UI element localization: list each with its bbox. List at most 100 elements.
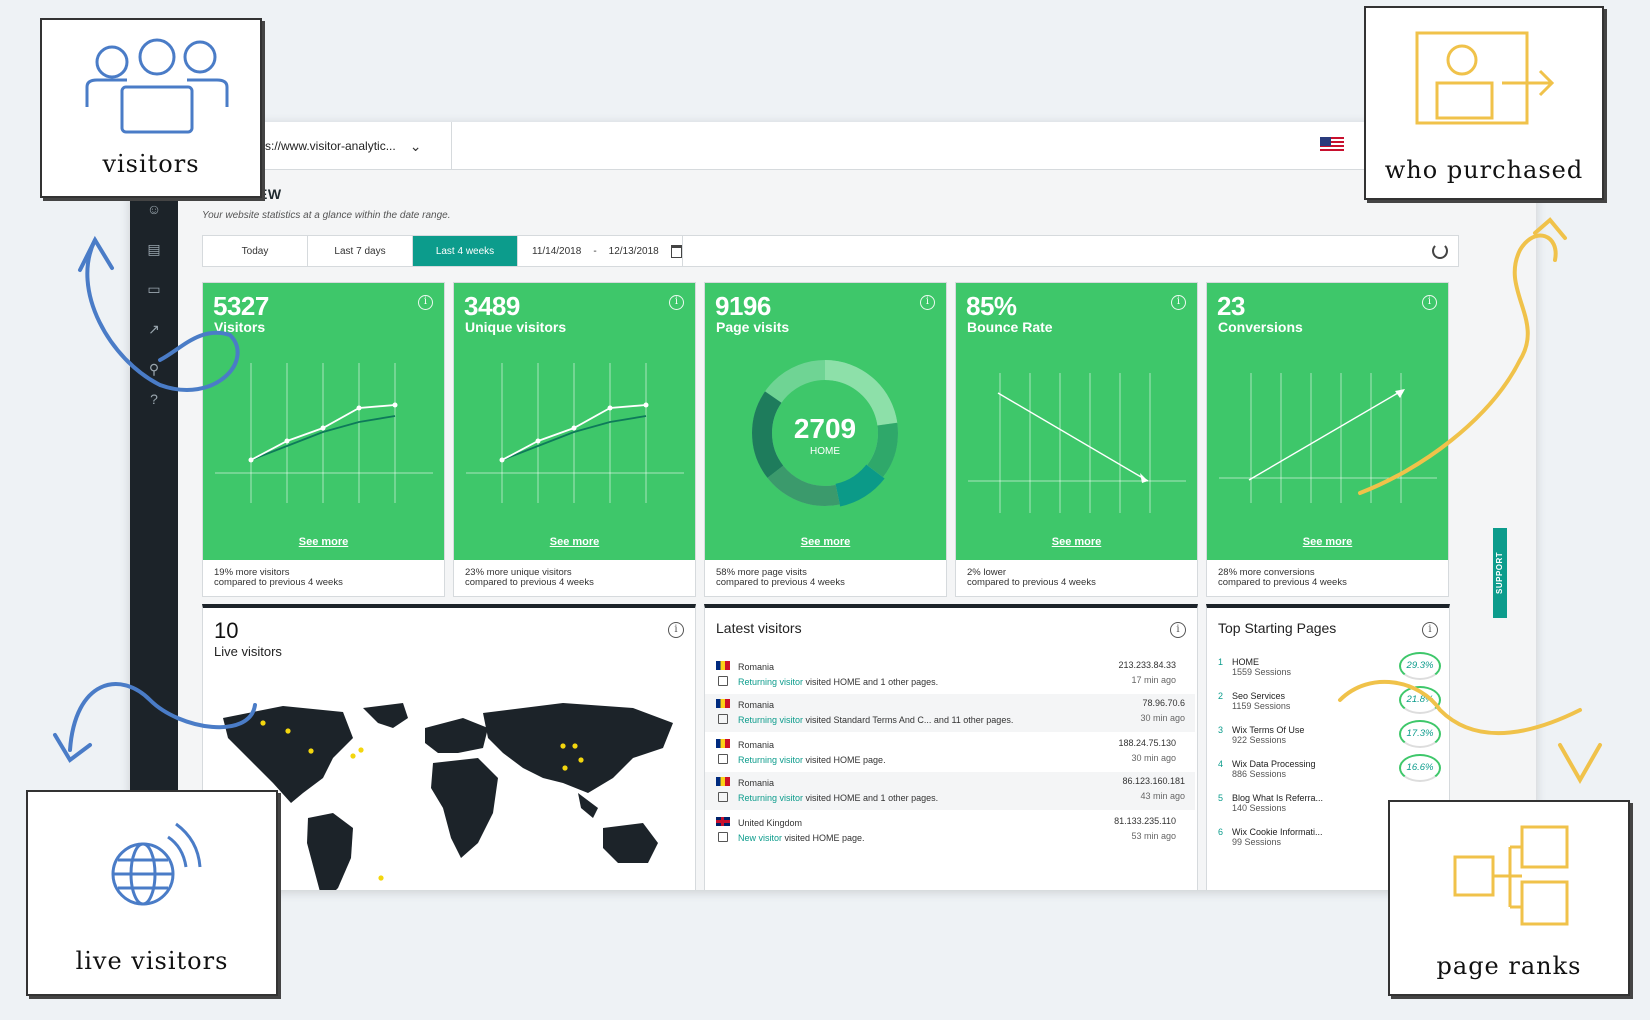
callout-label: who purchased	[1384, 156, 1584, 184]
live-visitors-callout: live visitors	[26, 790, 278, 996]
refresh-icon[interactable]	[1432, 243, 1448, 259]
range-7-days-button[interactable]: Last 7 days	[308, 236, 413, 266]
sidebar: ☺ ▤ ▭ ↗ ⚲ ?	[130, 170, 178, 890]
flag-romania-icon	[716, 739, 730, 748]
live-count: 10	[214, 618, 239, 643]
support-tab[interactable]: SUPPORT	[1493, 528, 1507, 618]
table-icon[interactable]: ▤	[143, 240, 165, 258]
card-footer: 58% more page visits compared to previous…	[716, 567, 845, 588]
info-icon[interactable]: i	[668, 622, 684, 638]
who-purchased-callout: who purchased	[1364, 6, 1604, 200]
info-icon[interactable]: i	[669, 295, 684, 310]
callout-label: live visitors	[75, 947, 229, 975]
card-footer: 19% more visitors compared to previous 4 …	[214, 567, 343, 588]
desktop-device-icon	[718, 832, 728, 842]
card-label: Conversions	[1218, 319, 1303, 335]
bounce-rate-card: 85% Bounce Rate i See more 2% lower compa…	[955, 282, 1198, 597]
page-subtitle: Your website statistics at a glance with…	[202, 210, 451, 221]
percent-ring: 21.8%	[1399, 686, 1441, 714]
help-icon[interactable]: ?	[143, 390, 165, 408]
page-rank-row[interactable]: 3 Wix Terms Of Use 922 Sessions 17.3%	[1218, 720, 1441, 754]
users-group-icon	[85, 38, 229, 134]
visitors-card: 5327 Visitors i See more 19% more visito…	[202, 282, 445, 597]
chart-icon[interactable]: ↗	[143, 320, 165, 338]
info-icon[interactable]: i	[1422, 622, 1438, 638]
see-more-link[interactable]: See more	[454, 536, 695, 548]
analytics-window: s://www.visitor-analytic... ⌄ ☺ ▤ ▭ ↗ ⚲ …	[130, 122, 1536, 890]
date-from[interactable]: 11/14/2018	[532, 246, 581, 257]
date-separator: -	[593, 245, 597, 257]
card-value: 5327	[213, 291, 269, 321]
globe-icon	[111, 822, 202, 906]
date-to[interactable]: 12/13/2018	[609, 246, 659, 257]
card-label: Bounce Rate	[967, 319, 1053, 335]
mobile-device-icon	[718, 792, 728, 802]
date-range-bar: Today Last 7 days Last 4 weeks 11/14/201…	[202, 235, 1459, 267]
panel-title: Latest visitors	[716, 620, 802, 636]
panel-title: Top Starting Pages	[1218, 620, 1337, 636]
percent-ring: 29.3%	[1399, 652, 1441, 680]
chevron-down-icon[interactable]: ⌄	[410, 138, 422, 155]
visitor-row[interactable]: United Kingdom New visitor visited HOME …	[716, 812, 1186, 850]
users-icon[interactable]: ☺	[143, 200, 165, 218]
callout-label: visitors	[102, 150, 200, 178]
percent-ring: 16.6%	[1399, 754, 1441, 782]
desktop-device-icon	[718, 754, 728, 764]
card-label: Unique visitors	[465, 319, 567, 335]
site-url: s://www.visitor-analytic...	[265, 139, 396, 153]
see-more-link[interactable]: See more	[203, 536, 444, 548]
visitors-callout: visitors	[40, 18, 262, 198]
info-icon[interactable]: i	[418, 295, 433, 310]
date-inputs[interactable]: 11/14/2018 - 12/13/2018	[518, 236, 683, 266]
visitors-line-chart	[215, 363, 433, 503]
card-value: 3489	[464, 291, 520, 321]
card-value: 23	[1217, 291, 1245, 321]
conversions-card: 23 Conversions i See more 28% more conve…	[1206, 282, 1449, 597]
unique-visitors-card: 3489 Unique visitors i See more 23% more…	[453, 282, 696, 597]
range-4-weeks-button[interactable]: Last 4 weeks	[413, 236, 518, 266]
latest-visitors-panel: Latest visitors i Romania Returning visi…	[704, 604, 1198, 890]
conversions-trend-chart	[1219, 373, 1437, 503]
screen-icon[interactable]: ▭	[143, 280, 165, 298]
card-footer: 2% lower compared to previous 4 weeks	[967, 567, 1096, 588]
page-rank-row[interactable]: 2 Seo Services 1159 Sessions 21.8%	[1218, 686, 1441, 720]
user-exit-icon	[1415, 31, 1555, 125]
visitor-row[interactable]: Romania Returning visitor visited Standa…	[705, 694, 1195, 732]
see-more-link[interactable]: See more	[956, 536, 1197, 548]
page-visits-card: 9196 Page visits i 2709 HOME See more 58…	[704, 282, 947, 597]
card-label: Visitors	[214, 319, 266, 335]
card-footer: 23% more unique visitors compared to prev…	[465, 567, 594, 588]
live-label: Live visitors	[214, 644, 282, 659]
unique-visitors-line-chart	[466, 363, 684, 503]
bounce-rate-trend-chart	[968, 373, 1186, 513]
flag-romania-icon	[716, 777, 730, 786]
page-rank-row[interactable]: 1 HOME 1559 Sessions 29.3%	[1218, 652, 1441, 686]
search-icon[interactable]: ⚲	[143, 360, 165, 378]
page-ranks-callout: page ranks	[1388, 800, 1630, 996]
donut-value: 2709	[794, 413, 856, 444]
flag-romania-icon	[716, 661, 730, 670]
info-icon[interactable]: i	[920, 295, 935, 310]
see-more-link[interactable]: See more	[705, 536, 946, 548]
card-footer: 28% more conversions compared to previous…	[1218, 567, 1347, 588]
calendar-icon[interactable]	[670, 244, 682, 258]
callout-label: page ranks	[1436, 952, 1582, 980]
card-value: 9196	[715, 291, 771, 321]
percent-ring: 17.3%	[1399, 720, 1441, 748]
info-icon[interactable]: i	[1422, 295, 1437, 310]
info-icon[interactable]: i	[1170, 622, 1186, 638]
range-today-button[interactable]: Today	[203, 236, 308, 266]
visitor-row[interactable]: Romania Returning visitor visited HOME a…	[716, 656, 1186, 694]
dashboard: EW Your website statistics at a glance w…	[178, 170, 1536, 890]
flag-romania-icon	[716, 699, 730, 708]
see-more-link[interactable]: See more	[1207, 536, 1448, 548]
card-label: Page visits	[716, 319, 790, 335]
card-value: 85%	[966, 291, 1017, 321]
flag-uk-icon	[716, 817, 730, 826]
language-flag-icon[interactable]	[1320, 137, 1344, 153]
mobile-device-icon	[718, 676, 728, 686]
info-icon[interactable]: i	[1171, 295, 1186, 310]
visitor-row[interactable]: Romania Returning visitor visited HOME p…	[716, 734, 1186, 772]
page-rank-row[interactable]: 4 Wix Data Processing 886 Sessions 16.6%	[1218, 754, 1441, 788]
visitor-row[interactable]: Romania Returning visitor visited HOME a…	[705, 772, 1195, 810]
